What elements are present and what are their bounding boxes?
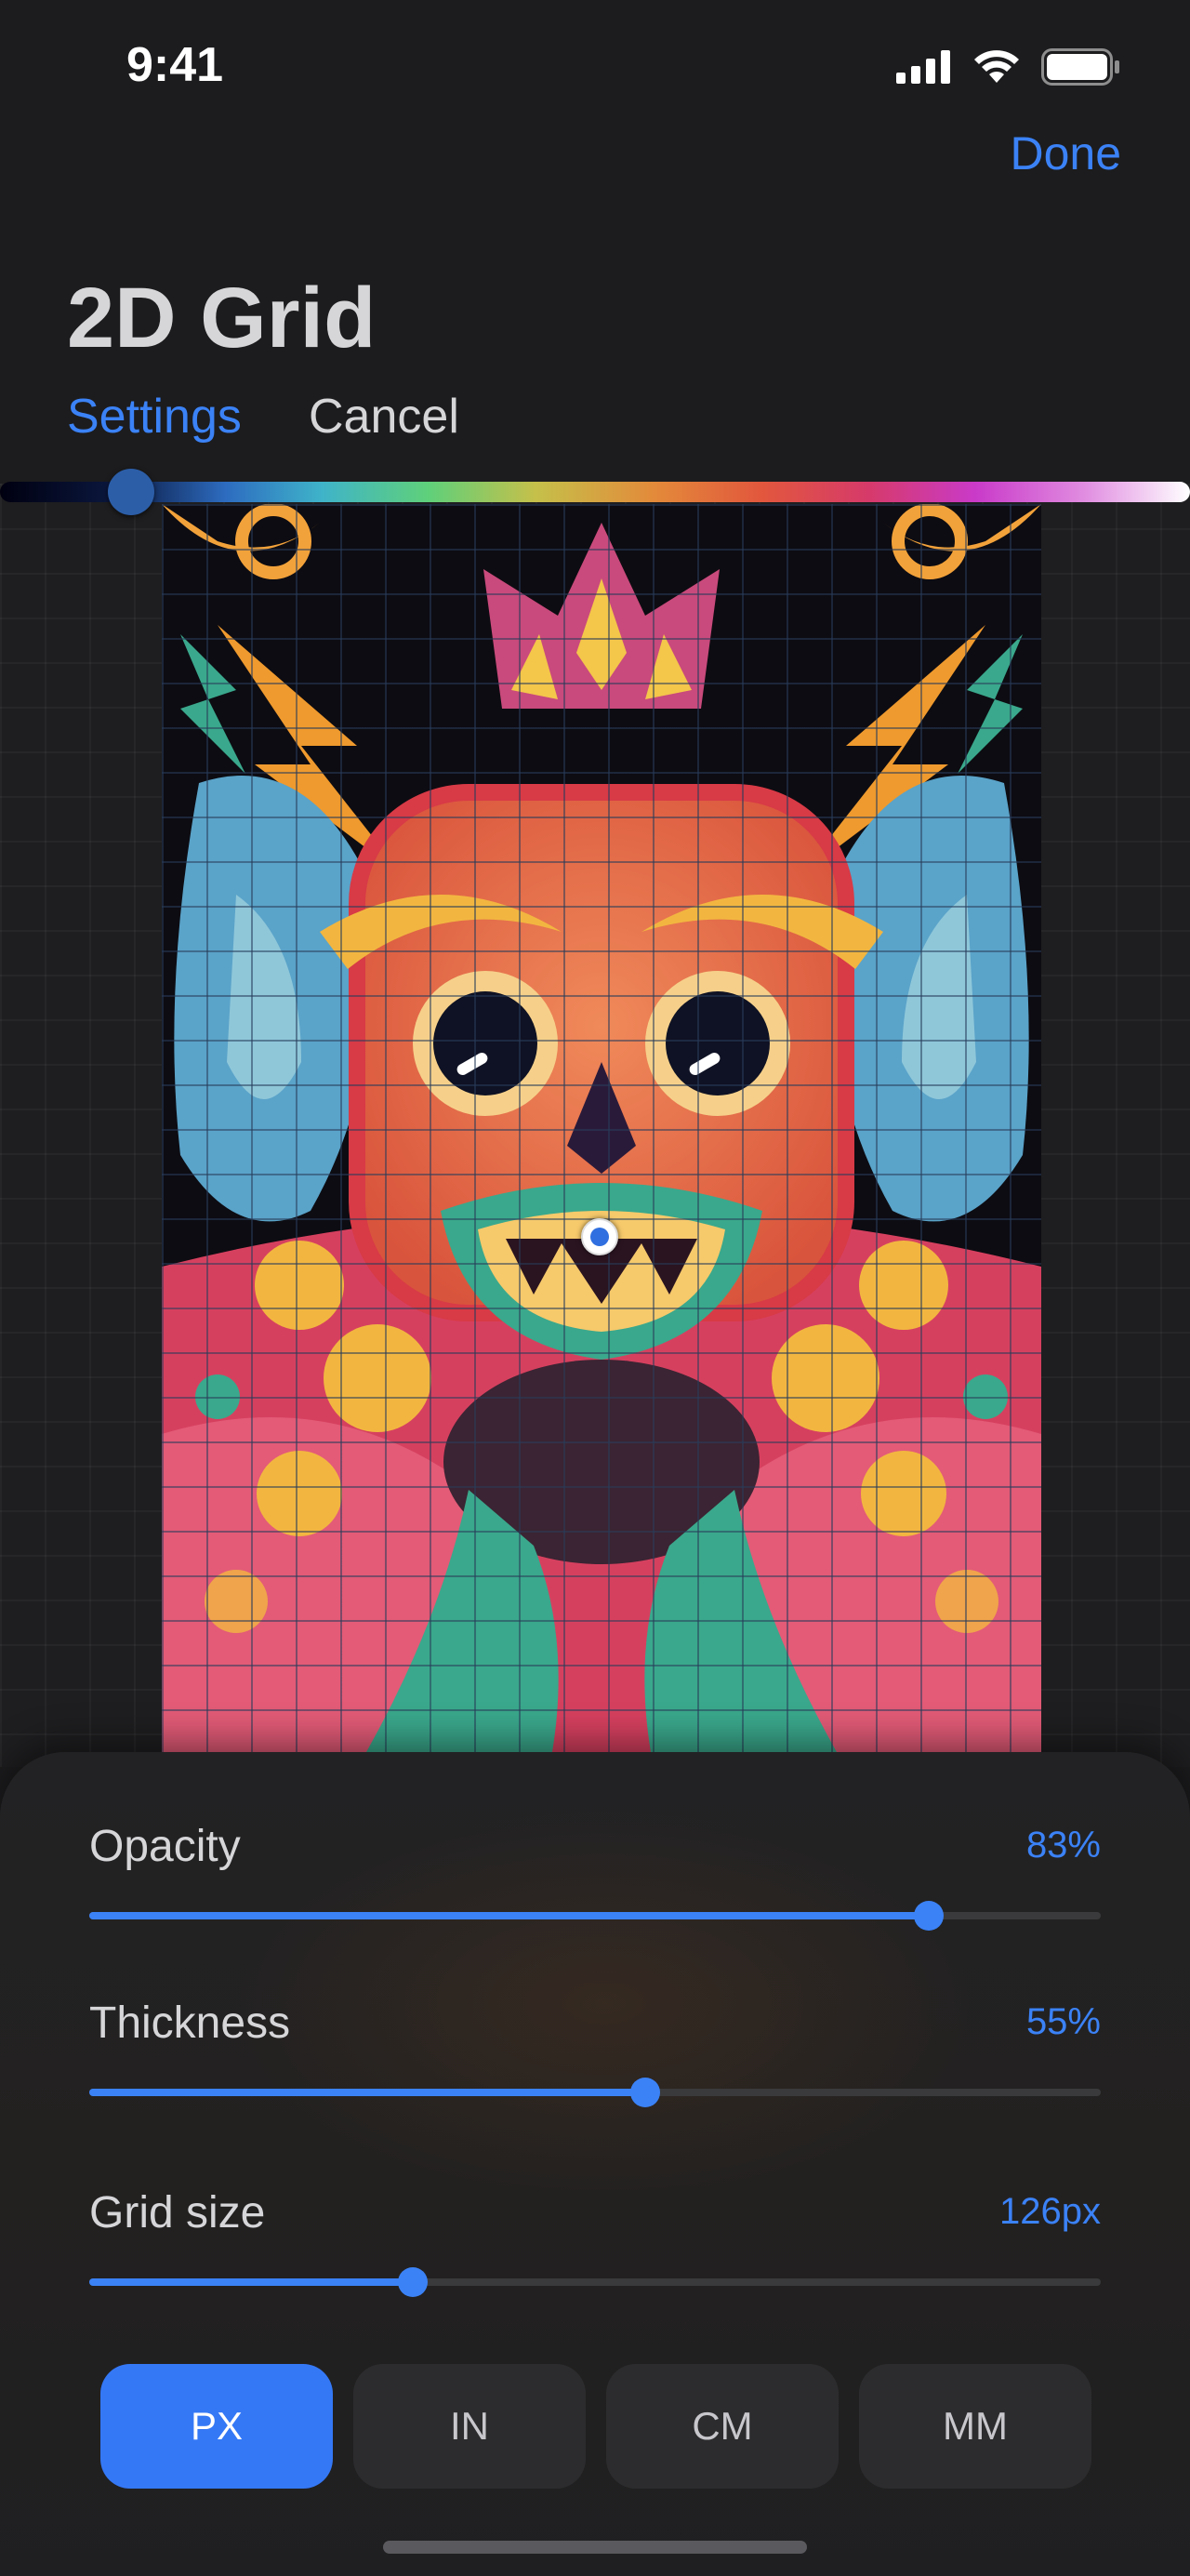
grid-color-thumb[interactable] (107, 469, 154, 515)
grid-size-slider-thumb[interactable] (398, 2267, 429, 2297)
unit-in-button[interactable]: IN (353, 2364, 586, 2489)
grid-color-slider[interactable] (0, 469, 1190, 515)
grid-size-slider-fill (89, 2278, 414, 2286)
opacity-value: 83% (1025, 1825, 1101, 1866)
status-bar: 9:41 (0, 0, 1190, 130)
thickness-slider[interactable] (89, 2078, 1101, 2107)
status-time: 9:41 (126, 38, 224, 92)
battery-icon (1041, 48, 1119, 86)
grid-size-value: 126px (999, 2191, 1101, 2232)
thickness-label: Thickness (89, 1998, 291, 2048)
panel-glow (232, 1808, 976, 2198)
canvas-artwork[interactable] (162, 504, 1041, 1752)
thickness-slider-fill (89, 2089, 646, 2096)
wifi-icon (974, 50, 1019, 83)
opacity-slider[interactable] (89, 1901, 1101, 1931)
signal-icon (896, 50, 950, 84)
unit-cm-button[interactable]: CM (606, 2364, 839, 2489)
opacity-slider-fill (89, 1912, 930, 1919)
cancel-button[interactable]: Cancel (309, 389, 459, 445)
opacity-label: Opacity (89, 1822, 241, 1871)
status-icons (896, 48, 1121, 86)
thickness-value: 55% (1025, 2001, 1101, 2042)
home-indicator (383, 2541, 807, 2554)
page-title: 2D Grid (67, 271, 377, 365)
grid-size-label: Grid size (89, 2188, 266, 2237)
tab-settings[interactable]: Settings (67, 389, 242, 445)
opacity-slider-thumb[interactable] (914, 1901, 945, 1931)
grid-origin-handle[interactable] (581, 1218, 618, 1255)
grid-color-track[interactable] (0, 482, 1190, 502)
unit-px-button[interactable]: PX (100, 2364, 333, 2489)
unit-selector: PX IN CM MM (100, 2364, 1091, 2489)
unit-mm-button[interactable]: MM (859, 2364, 1091, 2489)
artwork-illustration (162, 504, 1041, 1752)
done-button[interactable]: Done (1010, 126, 1121, 180)
grid-size-slider[interactable] (89, 2267, 1101, 2297)
